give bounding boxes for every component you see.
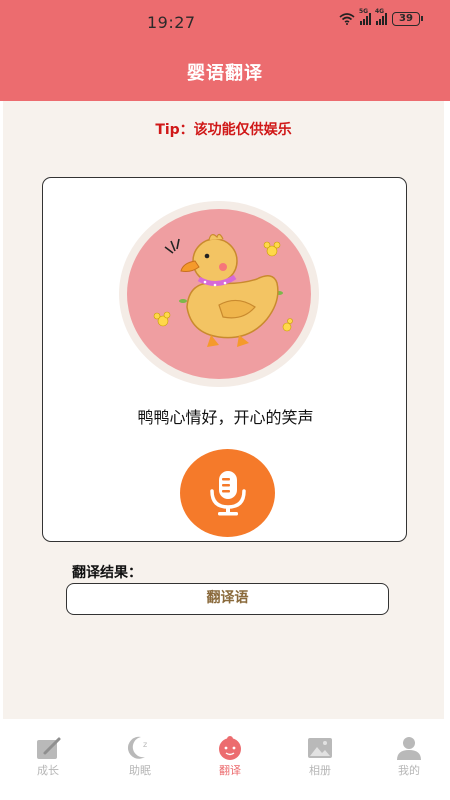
svg-text:z: z — [143, 740, 147, 749]
app-header: 19:27 5G 4G 39 婴语翻译 — [0, 0, 450, 101]
moon-icon: z — [127, 736, 147, 759]
result-label: 翻译结果： — [72, 565, 142, 581]
mood-text: 鸭鸭心情好，开心的笑声 — [137, 408, 314, 427]
battery-icon: 39 — [392, 12, 423, 26]
user-icon — [397, 737, 421, 760]
duck-avatar — [127, 209, 311, 379]
tab-label: 我的 — [398, 764, 420, 777]
tip-text: Tip：该功能仅供娱乐 — [155, 122, 292, 138]
main-content: Tip：该功能仅供娱乐 鸭鸭心情好，开心的笑声 翻译结果： 翻译语 — [3, 101, 444, 719]
photo-icon — [308, 738, 332, 758]
squiggle-mark — [164, 238, 180, 254]
tab-album[interactable]: 相册 — [285, 735, 355, 778]
record-button[interactable] — [180, 449, 275, 537]
tab-label: 翻译 — [219, 764, 241, 777]
microphone-icon — [209, 471, 246, 516]
bottom-tab-bar: 成长 z 助眠 翻译 相册 我的 — [0, 723, 450, 800]
tab-label: 相册 — [309, 764, 331, 777]
tab-mine[interactable]: 我的 — [374, 735, 444, 778]
signal-5g-label: 5G — [359, 8, 369, 15]
status-icons: 5G 4G 39 — [339, 8, 423, 26]
translator-card: 鸭鸭心情好，开心的笑声 — [42, 177, 407, 542]
tab-sleep[interactable]: z 助眠 — [105, 735, 175, 778]
baby-face-icon — [219, 736, 241, 760]
page-title: 婴语翻译 — [187, 63, 263, 84]
duck-illustration-icon — [153, 233, 293, 347]
pencil-note-icon — [37, 737, 61, 759]
status-time: 19:27 — [147, 13, 196, 32]
signal-5g-icon: 5G — [359, 8, 371, 25]
tab-translate[interactable]: 翻译 — [195, 735, 265, 778]
signal-4g-label: 4G — [375, 8, 385, 15]
signal-4g-icon: 4G — [375, 8, 387, 25]
result-value: 翻译语 — [66, 583, 389, 615]
tab-growth[interactable]: 成长 — [13, 735, 83, 778]
tab-label: 成长 — [37, 764, 59, 777]
wifi-icon — [339, 13, 355, 25]
status-bar: 19:27 5G 4G 39 — [0, 6, 450, 36]
duck-avatar-frame — [119, 201, 319, 387]
tab-label: 助眠 — [129, 764, 151, 777]
